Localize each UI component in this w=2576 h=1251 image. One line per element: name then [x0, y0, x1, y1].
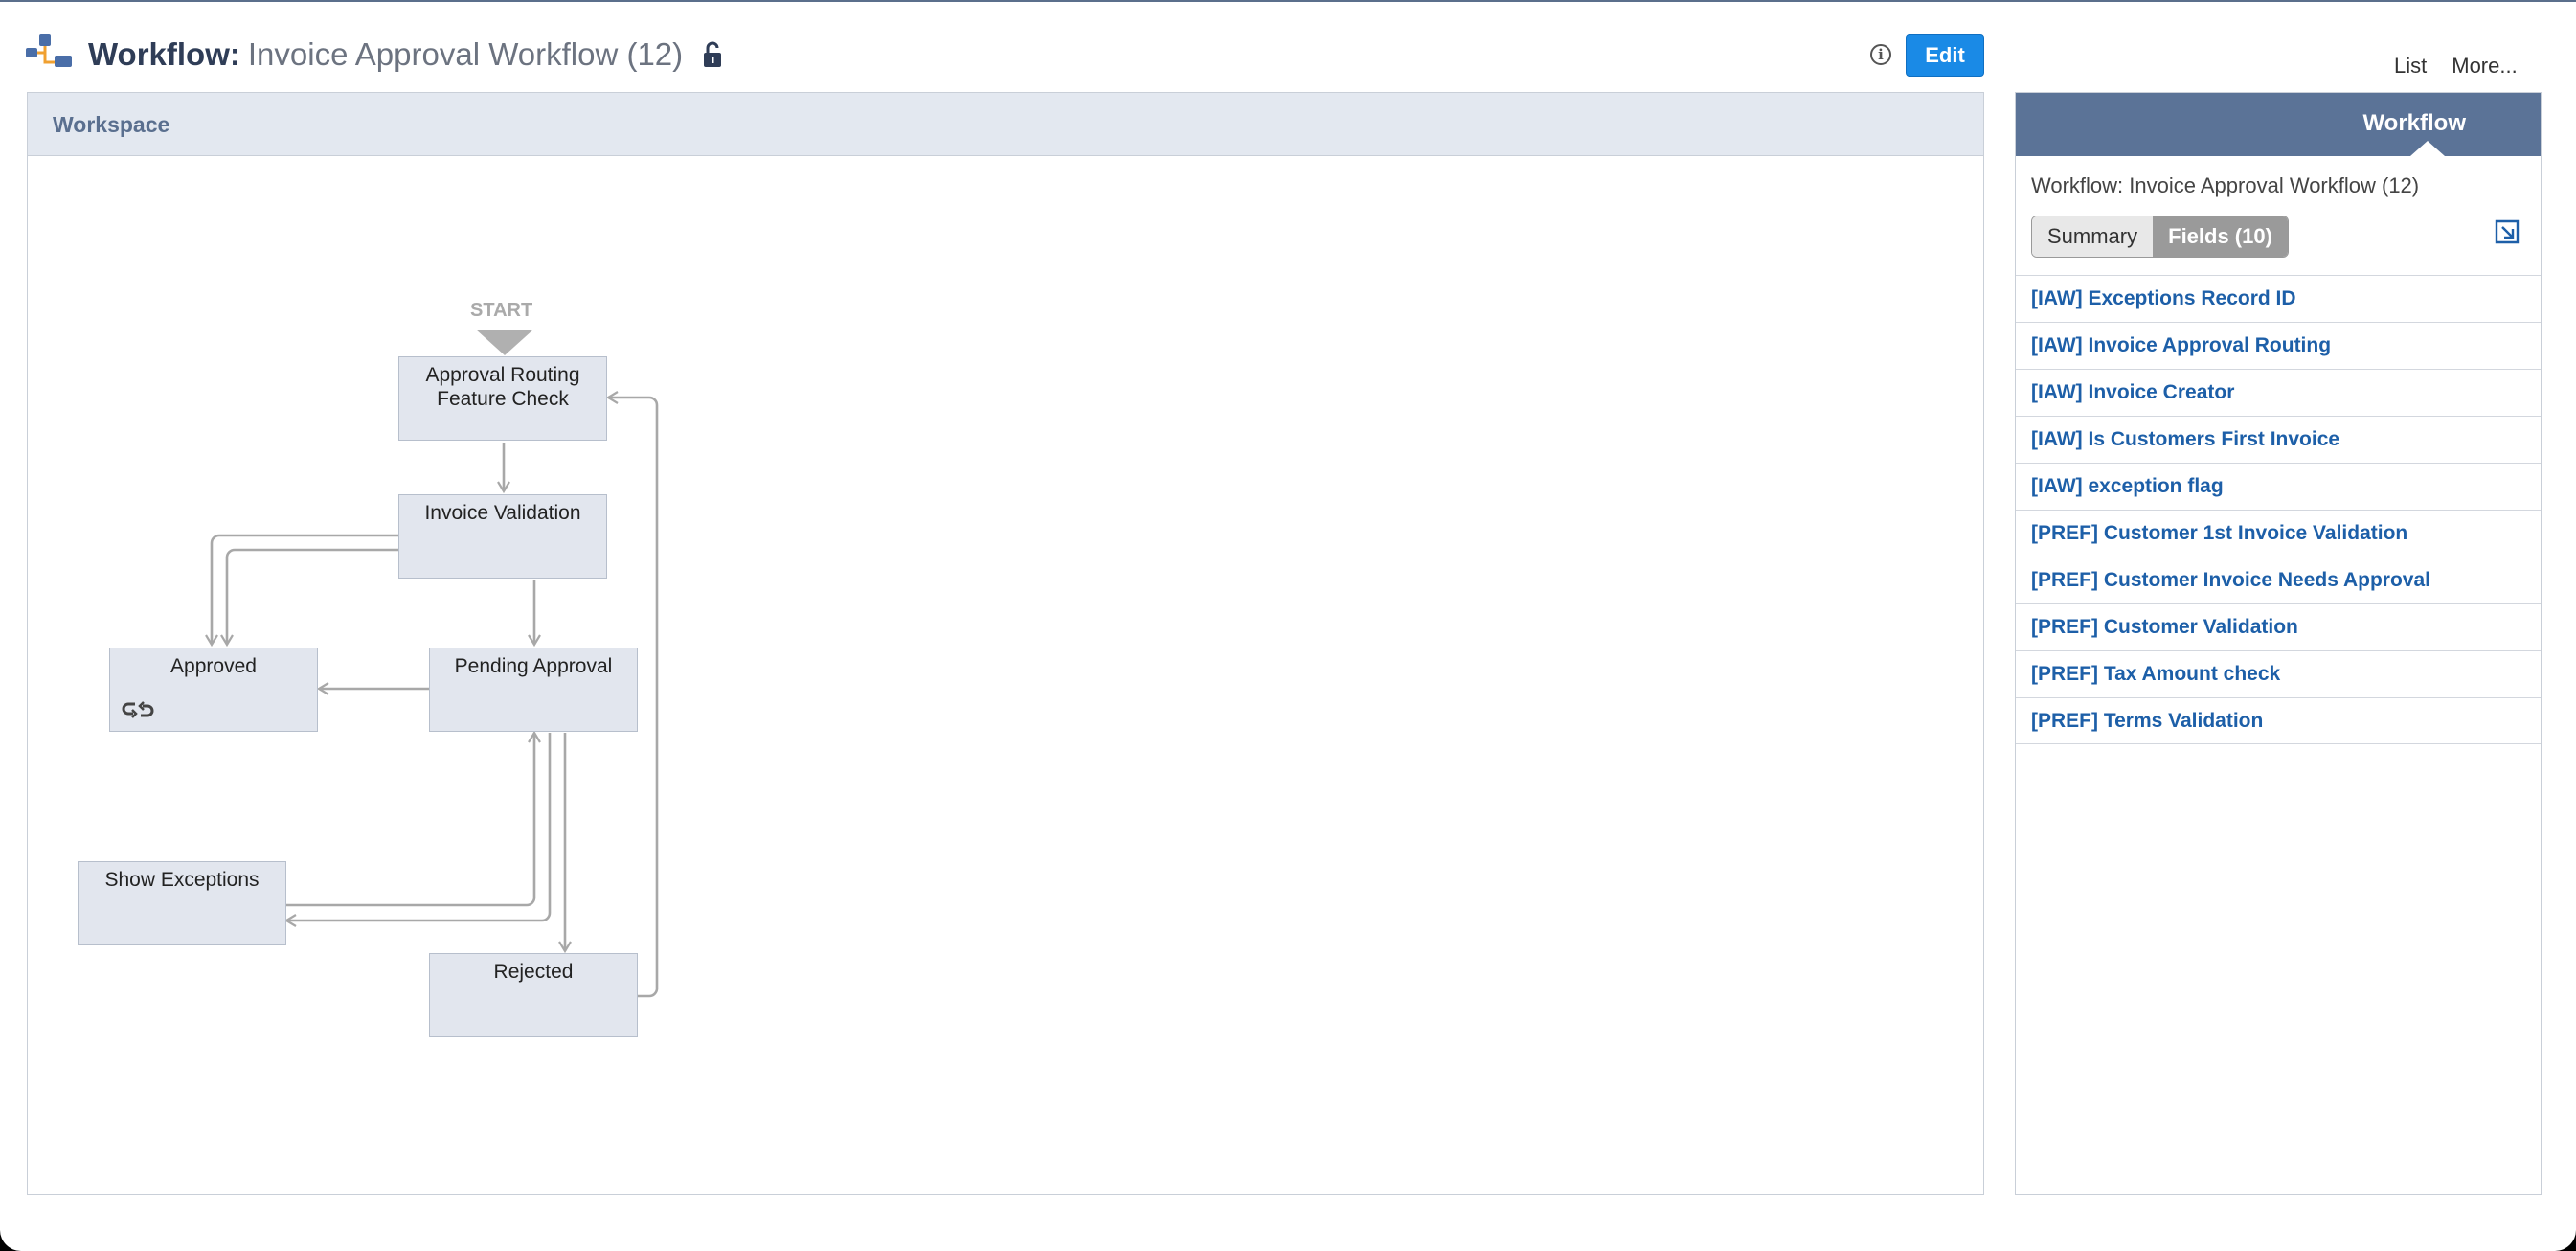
workspace-panel: Workspace START Approval Routing Feature…: [27, 92, 1984, 1195]
title-label: Workflow:: [88, 36, 240, 72]
side-panel-header: Workflow: [2016, 93, 2541, 156]
connector-pending-exceptions: [283, 733, 552, 927]
connector-validation-approved-1: [205, 534, 398, 648]
field-item[interactable]: [PREF] Customer Validation: [2016, 603, 2541, 650]
field-item[interactable]: [IAW] Invoice Approval Routing: [2016, 322, 2541, 369]
node-invoice-validation[interactable]: Invoice Validation: [398, 494, 607, 579]
field-list: [IAW] Exceptions Record ID [IAW] Invoice…: [2016, 275, 2541, 744]
workflow-canvas[interactable]: START Approval Routing Feature Check Inv…: [28, 156, 1983, 1194]
start-label: START: [470, 300, 533, 321]
field-item[interactable]: [PREF] Customer 1st Invoice Validation: [2016, 510, 2541, 557]
field-item[interactable]: [IAW] Exceptions Record ID: [2016, 275, 2541, 322]
connector-layer: [205, 330, 659, 998]
title-value: Invoice Approval Workflow (12): [247, 36, 684, 72]
export-icon[interactable]: [2493, 217, 2521, 246]
edit-button[interactable]: Edit: [1906, 34, 1984, 77]
field-item[interactable]: [IAW] Invoice Creator: [2016, 369, 2541, 416]
node-pending-approval[interactable]: Pending Approval: [429, 648, 638, 732]
field-item[interactable]: [PREF] Customer Invoice Needs Approval: [2016, 557, 2541, 603]
fields-toggle[interactable]: Fields (10): [2153, 216, 2288, 257]
start-marker: [476, 330, 533, 355]
node-approved[interactable]: Approved: [109, 648, 318, 732]
field-item[interactable]: [PREF] Tax Amount check: [2016, 650, 2541, 697]
tab-workflow[interactable]: Workflow: [2362, 110, 2466, 137]
connector-validation-approved-2: [220, 548, 398, 648]
summary-toggle[interactable]: Summary: [2032, 216, 2154, 257]
field-item[interactable]: [IAW] exception flag: [2016, 463, 2541, 510]
loop-icon: [122, 701, 154, 718]
field-item[interactable]: [PREF] Terms Validation: [2016, 697, 2541, 744]
workspace-header: Workspace: [28, 93, 1983, 156]
node-show-exceptions[interactable]: Show Exceptions: [78, 861, 286, 945]
unlock-icon[interactable]: [703, 40, 722, 69]
window-bottom-edge: [0, 1224, 2576, 1251]
field-item[interactable]: [IAW] Is Customers First Invoice: [2016, 416, 2541, 463]
side-panel-subtitle: Workflow: Invoice Approval Workflow (12): [2031, 173, 2420, 197]
side-panel: Workflow Workflow: Invoice Approval Work…: [2015, 92, 2542, 1195]
node-rejected[interactable]: Rejected: [429, 953, 638, 1037]
workflow-icon: [26, 34, 72, 67]
top-links: List More...: [2394, 54, 2542, 79]
info-icon[interactable]: i: [1870, 44, 1891, 65]
more-link[interactable]: More...: [2452, 54, 2517, 78]
workspace-title: Workspace: [53, 112, 170, 137]
node-approved-label: Approved: [170, 655, 257, 677]
top-border: [0, 0, 2576, 2]
tab-indicator: [2410, 141, 2445, 156]
node-approval-routing[interactable]: Approval Routing Feature Check: [398, 356, 607, 441]
connector-exceptions-pending: [286, 730, 541, 907]
list-link[interactable]: List: [2394, 54, 2427, 78]
view-toggle: Summary Fields (10): [2031, 216, 2289, 258]
page-title: Workflow: Invoice Approval Workflow (12): [88, 34, 683, 75]
